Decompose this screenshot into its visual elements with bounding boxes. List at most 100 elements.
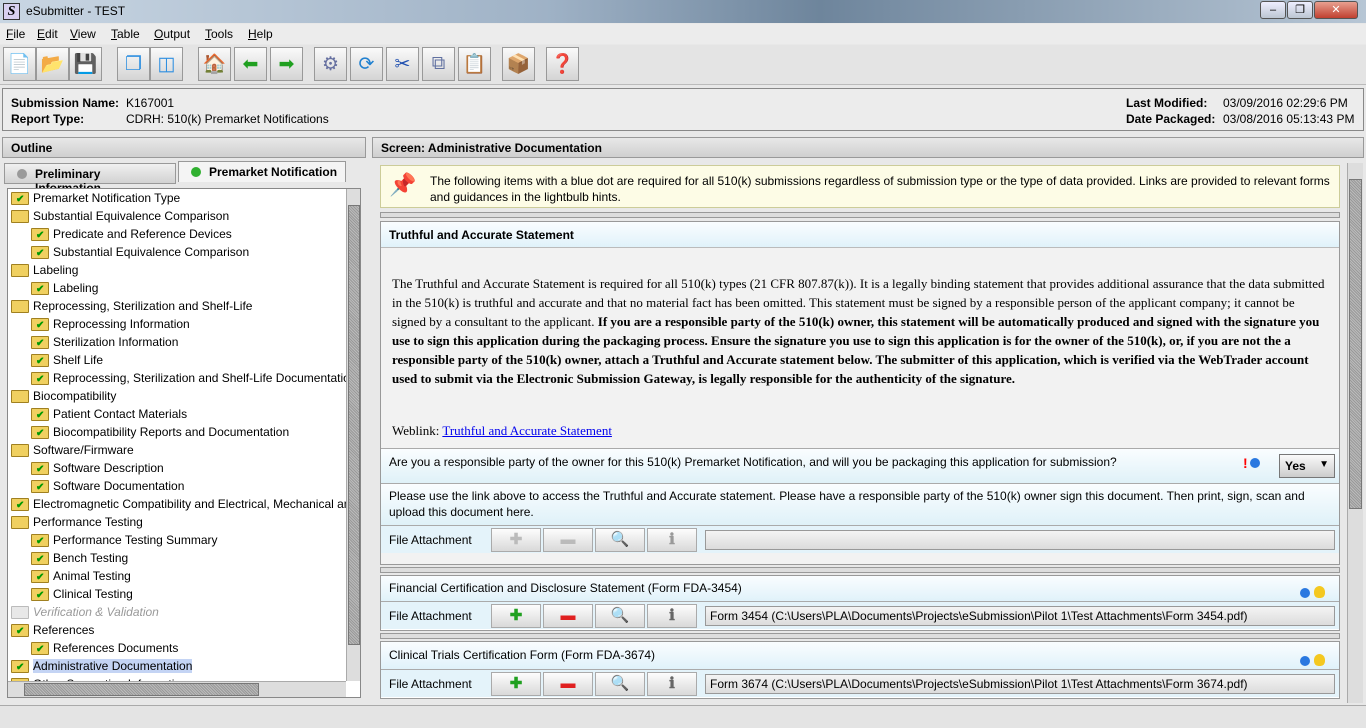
folder-icon: ✔ (31, 534, 49, 547)
tree-item[interactable]: ✔ Software Documentation (31, 477, 184, 495)
financial-certification-section: Financial Certification and Disclosure S… (380, 575, 1340, 631)
required-dot-icon (1250, 458, 1260, 468)
answer-select[interactable]: Yes ▼ (1279, 454, 1335, 478)
info-icon[interactable]: ℹ (647, 672, 697, 696)
add-file-icon[interactable]: ✚ (491, 528, 541, 552)
scrollbar-thumb[interactable] (348, 205, 360, 645)
tree-item[interactable]: ✔ References (11, 621, 94, 639)
menu-help[interactable]: Help (248, 27, 273, 41)
tree-item[interactable]: ✔ Animal Testing (31, 567, 131, 585)
tree-item[interactable]: ✔ Bench Testing (31, 549, 128, 567)
folder-icon (11, 444, 29, 457)
tree-vertical-scrollbar[interactable] (346, 189, 360, 681)
tree-item[interactable]: ✔ Labeling (31, 279, 98, 297)
scrollbar-thumb[interactable] (24, 683, 259, 696)
tree-item-label: Software Documentation (53, 479, 185, 493)
cut-icon[interactable]: ✂ (386, 47, 419, 81)
tree-item[interactable]: ✔ Shelf Life (31, 351, 103, 369)
tree-item[interactable]: ✔ Reprocessing Information (31, 315, 190, 333)
tree-item[interactable]: ✔ Substantial Equivalence Comparison (31, 243, 249, 261)
tree-item[interactable]: ✔ Sterilization Information (31, 333, 178, 351)
tree-item[interactable]: ✔ Patient Contact Materials (31, 405, 187, 423)
tree-item[interactable]: Reprocessing, Sterilization and Shelf-Li… (11, 297, 252, 315)
back-arrow-icon[interactable]: ⬅ (234, 47, 267, 81)
required-dot-icon (1300, 588, 1310, 598)
remove-file-icon[interactable]: ▬ (543, 604, 593, 628)
maximize-button[interactable]: ❐ (1287, 1, 1313, 19)
menu-tools[interactable]: Tools (205, 27, 233, 41)
help-icon[interactable]: ❓ (546, 47, 579, 81)
tree-item-label: References Documents (53, 641, 179, 655)
open-folder-icon[interactable]: 📂 (36, 47, 69, 81)
file-path-field[interactable] (705, 530, 1335, 550)
answer-value: Yes (1285, 459, 1306, 473)
screen-vertical-scrollbar[interactable] (1347, 163, 1363, 703)
add-file-icon[interactable]: ✚ (491, 604, 541, 628)
lightbulb-hint-icon[interactable] (1314, 654, 1325, 666)
tree-item[interactable]: Biocompatibility (11, 387, 116, 405)
view-file-icon[interactable]: 🔍 (595, 672, 645, 696)
tree-item[interactable]: ✔ Performance Testing Summary (31, 531, 218, 549)
weblink[interactable]: Truthful and Accurate Statement (442, 423, 612, 438)
info-icon[interactable]: ℹ (647, 604, 697, 628)
tree-item[interactable]: ✔ Predicate and Reference Devices (31, 225, 232, 243)
view-file-icon[interactable]: 🔍 (595, 528, 645, 552)
menu-file[interactable]: File (6, 27, 25, 41)
checkmark-icon: ✔ (36, 356, 45, 367)
tree-item-label: Software/Firmware (33, 443, 134, 457)
tree-item-label: Biocompatibility (33, 389, 117, 403)
tab-premarket-notification[interactable]: Premarket Notification (178, 161, 346, 182)
minimize-button[interactable]: – (1260, 1, 1286, 19)
tree-item[interactable]: ✔ Biocompatibility Reports and Documentat… (31, 423, 289, 441)
tree-item-label: Performance Testing (33, 515, 143, 529)
new-document-icon[interactable]: 📄 (3, 47, 36, 81)
tree-item[interactable]: ✔ Software Description (31, 459, 164, 477)
tree-item[interactable]: Performance Testing (11, 513, 143, 531)
tree-item[interactable]: Verification & Validation (11, 603, 159, 621)
menu-bar: File Edit View Table Output Tools Help (0, 24, 1366, 44)
tree-item-label: Clinical Testing (53, 587, 133, 601)
tree-item[interactable]: ✔ Reprocessing, Sterilization and Shelf-L… (31, 369, 357, 387)
tree-item[interactable]: Substantial Equivalence Comparison (11, 207, 229, 225)
tree-item[interactable]: Labeling (11, 261, 78, 279)
tree-item-label: Software Description (53, 461, 164, 475)
tree-item[interactable]: ✔ References Documents (31, 639, 178, 657)
required-warning-icon: ! (1243, 455, 1248, 471)
tree-item-label: Reprocessing Information (53, 317, 190, 331)
home-icon[interactable]: 🏠 (198, 47, 231, 81)
info-icon[interactable]: ℹ (647, 528, 697, 552)
tile-windows-icon[interactable]: ◫ (150, 47, 183, 81)
save-icon[interactable]: 💾 (69, 47, 102, 81)
remove-file-icon[interactable]: ▬ (543, 528, 593, 552)
cascade-windows-icon[interactable]: ❐ (117, 47, 150, 81)
package-icon[interactable]: 📦 (502, 47, 535, 81)
tree-item-label: Patient Contact Materials (53, 407, 188, 421)
close-button[interactable]: ✕ (1314, 1, 1358, 19)
folder-icon: ✔ (31, 588, 49, 601)
menu-view[interactable]: View (70, 27, 96, 41)
lightbulb-hint-icon[interactable] (1314, 586, 1325, 598)
tree-item[interactable]: ✔ Premarket Notification Type (11, 189, 180, 207)
refresh-icon[interactable]: ⟳ (350, 47, 383, 81)
tree-horizontal-scrollbar[interactable] (8, 681, 346, 697)
scrollbar-thumb[interactable] (1349, 179, 1362, 509)
menu-output[interactable]: Output (154, 27, 190, 41)
view-file-icon[interactable]: 🔍 (595, 604, 645, 628)
tree-item[interactable]: Software/Firmware (11, 441, 134, 459)
file-path-field[interactable]: Form 3454 (C:\Users\PLA\Documents\Projec… (705, 606, 1335, 626)
tree-item[interactable]: ✔ Electromagnetic Compatibility and Elect… (11, 495, 360, 513)
paste-icon[interactable]: 📋 (458, 47, 491, 81)
forward-arrow-icon[interactable]: ➡ (270, 47, 303, 81)
tab-preliminary-information[interactable]: Preliminary Information (4, 163, 176, 195)
remove-file-icon[interactable]: ▬ (543, 672, 593, 696)
tree-item[interactable]: ✔ Clinical Testing (31, 585, 133, 603)
menu-table[interactable]: Table (111, 27, 140, 41)
question-label: Are you a responsible party of the owner… (389, 455, 1117, 469)
copy-icon[interactable]: ⧉ (422, 47, 455, 81)
menu-edit[interactable]: Edit (37, 27, 58, 41)
gears-run-icon[interactable]: ⚙ (314, 47, 347, 81)
tree-item[interactable]: ✔ Administrative Documentation (11, 657, 193, 675)
add-file-icon[interactable]: ✚ (491, 672, 541, 696)
notepad-pin-icon: 📌 (389, 172, 417, 197)
file-path-field[interactable]: Form 3674 (C:\Users\PLA\Documents\Projec… (705, 674, 1335, 694)
